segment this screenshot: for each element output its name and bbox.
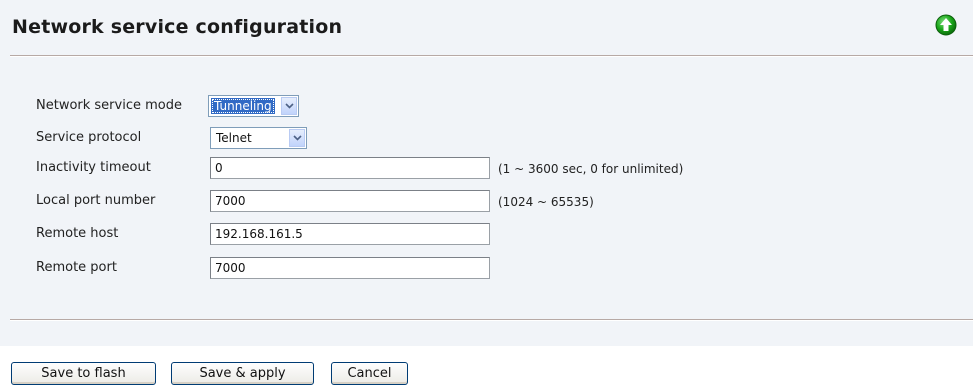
remote-host-input[interactable]: 192.168.161.5: [210, 223, 490, 245]
protocol-label: Service protocol: [36, 130, 142, 145]
protocol-value: Telnet: [216, 131, 252, 145]
chevron-down-icon[interactable]: [289, 129, 305, 147]
local-port-hint: (1024 ~ 65535): [498, 195, 594, 209]
protocol-select[interactable]: Telnet: [210, 127, 307, 149]
inactivity-timeout-hint: (1 ~ 3600 sec, 0 for unlimited): [498, 162, 684, 176]
service-mode-label: Network service mode: [36, 98, 182, 113]
cancel-button[interactable]: Cancel: [331, 362, 408, 385]
remote-port-label: Remote port: [36, 260, 117, 275]
config-panel: Network service configuration Network se…: [0, 0, 973, 346]
local-port-label: Local port number: [36, 193, 156, 208]
service-mode-select[interactable]: Tunneling: [208, 95, 299, 117]
remote-host-label: Remote host: [36, 226, 119, 241]
remote-port-input[interactable]: 7000: [210, 257, 490, 279]
service-mode-value: Tunneling: [211, 98, 275, 114]
divider-top: [10, 55, 973, 57]
save-and-apply-button[interactable]: Save & apply: [171, 362, 314, 385]
page-title: Network service configuration: [12, 16, 343, 38]
local-port-input[interactable]: 7000: [210, 190, 490, 212]
divider-bottom: [10, 319, 973, 321]
inactivity-timeout-label: Inactivity timeout: [36, 160, 151, 175]
save-to-flash-button[interactable]: Save to flash: [11, 362, 156, 385]
chevron-down-icon[interactable]: [281, 97, 297, 115]
arrow-up-icon[interactable]: [935, 14, 957, 36]
inactivity-timeout-input[interactable]: 0: [210, 157, 490, 179]
